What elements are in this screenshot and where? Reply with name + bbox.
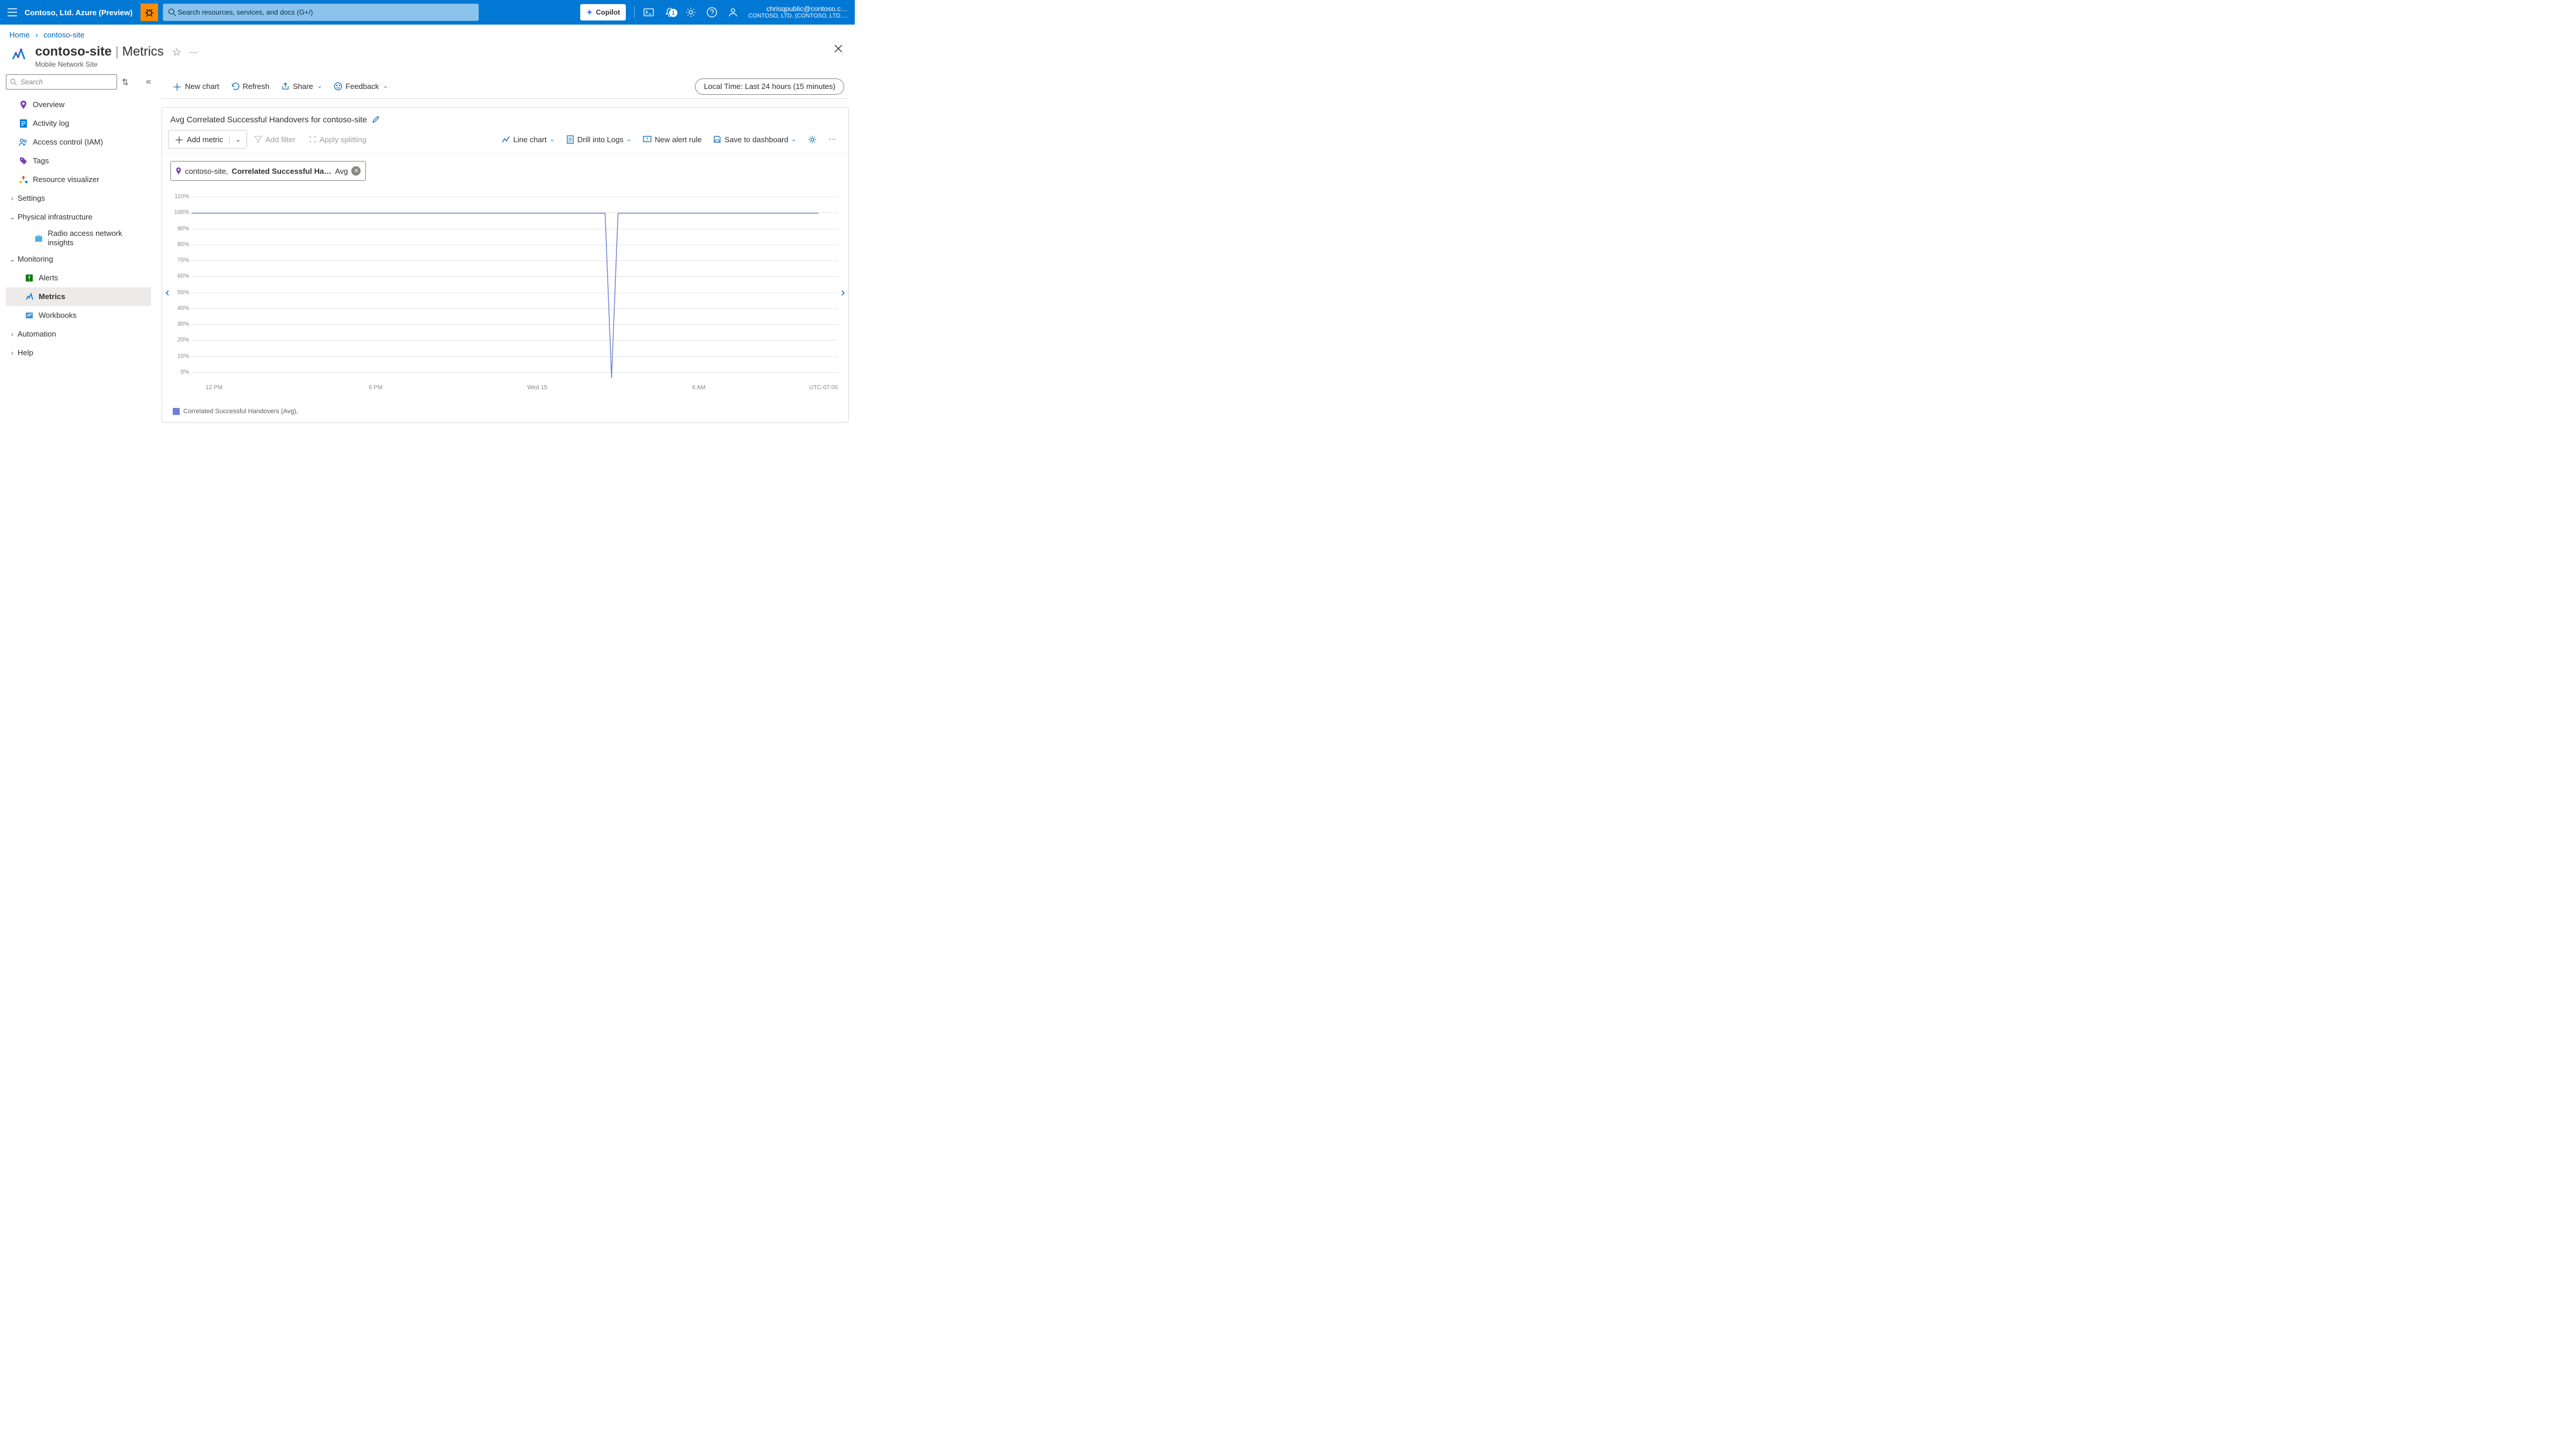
collapse-icon[interactable]: «	[146, 77, 151, 87]
y-tick-label: 30%	[170, 321, 189, 328]
sidebar-group-physical[interactable]: ⌄Physical infrastructure	[6, 208, 151, 227]
chart-legend: Correlated Successful Handovers (Avg),	[162, 397, 848, 422]
y-tick-label: 20%	[170, 337, 189, 344]
drill-logs-button[interactable]: Drill into Logs⌄	[561, 135, 636, 144]
help-icon[interactable]	[701, 7, 722, 18]
user-email: chrisqpublic@contoso.c…	[748, 5, 848, 13]
sidebar-search-input[interactable]	[19, 77, 113, 87]
sidebar-item-resource-visualizer[interactable]: Resource visualizer	[6, 170, 151, 189]
y-tick-label: 70%	[170, 258, 189, 264]
add-metric-chevron[interactable]: ⌄	[229, 136, 246, 143]
y-tick-label: 0%	[170, 369, 189, 376]
sidebar-group-settings[interactable]: ›Settings	[6, 189, 151, 208]
y-tick-label: 40%	[170, 305, 189, 311]
y-tick-label: 10%	[170, 353, 189, 359]
chart: ‹ › 110%100%90%80%70%60%50%40%30%20%10%0…	[162, 188, 848, 397]
x-tick-label: 12 PM	[205, 385, 222, 391]
crumb-current[interactable]: contoso-site	[43, 30, 84, 39]
x-tick-label: Wed 15	[527, 385, 547, 391]
notif-count: 1	[669, 9, 677, 17]
feedback-icon[interactable]	[722, 7, 744, 18]
y-tick-label: 110%	[170, 194, 189, 200]
new-chart-button[interactable]: ＋New chart	[166, 78, 225, 95]
y-tick-label: 90%	[170, 225, 189, 232]
sidebar-item-ran-insights[interactable]: Radio access network insights	[6, 227, 151, 250]
pin-icon	[176, 167, 181, 175]
time-range-button[interactable]: Local Time: Last 24 hours (15 minutes)	[695, 78, 844, 95]
search-icon	[168, 8, 176, 16]
edit-title-icon[interactable]	[372, 115, 380, 123]
menu-icon[interactable]	[0, 8, 25, 16]
new-alert-button[interactable]: New alert rule	[638, 135, 707, 144]
copilot-label: Copilot	[596, 8, 620, 16]
metrics-chart-card: Avg Correlated Successful Handovers for …	[162, 107, 849, 423]
chevron-right-icon: ›	[32, 30, 41, 39]
separator	[634, 6, 635, 18]
resource-name: contoso-site	[35, 44, 112, 59]
timezone-label: UTC-07:00	[809, 385, 838, 391]
user-account[interactable]: chrisqpublic@contoso.c… CONTOSO, LTD. (C…	[744, 5, 855, 20]
portal-header: Contoso, Ltd. Azure (Preview) ✦ Copilot …	[0, 0, 855, 25]
sort-icon[interactable]: ⇅	[122, 77, 129, 87]
sidebar-group-monitoring[interactable]: ⌄Monitoring	[6, 250, 151, 269]
bug-icon[interactable]	[141, 4, 158, 21]
sidebar-item-workbooks[interactable]: Workbooks	[6, 306, 151, 325]
sidebar-item-activity-log[interactable]: Activity log	[6, 114, 151, 133]
resource-type: Mobile Network Site	[35, 60, 164, 68]
command-bar: ＋New chart Refresh Share⌄ Feedback⌄ Loca…	[162, 74, 849, 99]
metric-chip[interactable]: contoso-site, Correlated Successful Ha… …	[170, 161, 366, 181]
search-icon	[10, 78, 17, 85]
sidebar: ⇅ « Overview Activity log Access control…	[0, 74, 157, 472]
sidebar-item-alerts[interactable]: Alerts	[6, 269, 151, 287]
favorite-icon[interactable]: ☆	[172, 46, 181, 59]
copilot-icon: ✦	[586, 8, 593, 18]
sidebar-group-help[interactable]: ›Help	[6, 344, 151, 362]
copilot-button[interactable]: ✦ Copilot	[580, 4, 626, 20]
share-button[interactable]: Share⌄	[275, 78, 328, 95]
settings-icon[interactable]	[680, 7, 701, 18]
crumb-home[interactable]: Home	[9, 30, 30, 39]
blade-header: contoso-site | Metrics Mobile Network Si…	[0, 42, 855, 74]
add-metric-button[interactable]: ＋Add metric ⌄	[168, 130, 247, 149]
portal-title[interactable]: Contoso, Ltd. Azure (Preview)	[25, 8, 141, 17]
y-tick-label: 60%	[170, 273, 189, 280]
feedback-button[interactable]: Feedback⌄	[328, 78, 393, 95]
more-icon[interactable]: ⋯	[190, 48, 198, 57]
apply-splitting-button: Apply splitting	[303, 135, 372, 144]
sidebar-item-metrics[interactable]: Metrics	[6, 287, 151, 306]
chart-title: Avg Correlated Successful Handovers for …	[170, 115, 367, 124]
y-tick-label: 80%	[170, 241, 189, 248]
main-content: ＋New chart Refresh Share⌄ Feedback⌄ Loca…	[157, 74, 855, 472]
sidebar-search[interactable]	[6, 74, 117, 90]
x-tick-label: 6 PM	[369, 385, 382, 391]
cloud-shell-icon[interactable]	[638, 8, 659, 16]
chart-next-icon[interactable]: ›	[837, 286, 849, 299]
y-tick-label: 100%	[170, 210, 189, 216]
sidebar-group-automation[interactable]: ›Automation	[6, 325, 151, 344]
sidebar-item-overview[interactable]: Overview	[6, 95, 151, 114]
sidebar-item-iam[interactable]: Access control (IAM)	[6, 133, 151, 152]
resource-icon	[9, 44, 29, 64]
breadcrumb: Home › contoso-site	[0, 25, 855, 42]
search-input[interactable]	[176, 8, 474, 17]
sidebar-item-tags[interactable]: Tags	[6, 152, 151, 170]
search-input-wrap[interactable]	[163, 4, 479, 21]
more-icon[interactable]: ⋯	[823, 135, 842, 144]
chart-line	[191, 194, 838, 381]
chart-toolbar: ＋Add metric ⌄ Add filter Apply splitting…	[162, 128, 848, 154]
add-filter-button: Add filter	[248, 135, 301, 144]
chart-type-button[interactable]: Line chart⌄	[496, 135, 560, 144]
chart-settings-icon[interactable]	[803, 135, 822, 144]
page-title: contoso-site | Metrics	[35, 44, 164, 59]
refresh-button[interactable]: Refresh	[225, 78, 276, 95]
close-icon[interactable]	[834, 44, 843, 53]
notifications-icon[interactable]: 1	[659, 7, 680, 18]
x-tick-label: 6 AM	[692, 385, 705, 391]
save-dashboard-button[interactable]: Save to dashboard⌄	[708, 135, 801, 144]
y-tick-label: 50%	[170, 289, 189, 296]
legend-swatch	[173, 408, 180, 415]
remove-metric-icon[interactable]: ✕	[351, 166, 361, 176]
global-search	[163, 4, 479, 21]
user-tenant: CONTOSO, LTD. (CONTOSO, LTD.…	[748, 13, 848, 20]
